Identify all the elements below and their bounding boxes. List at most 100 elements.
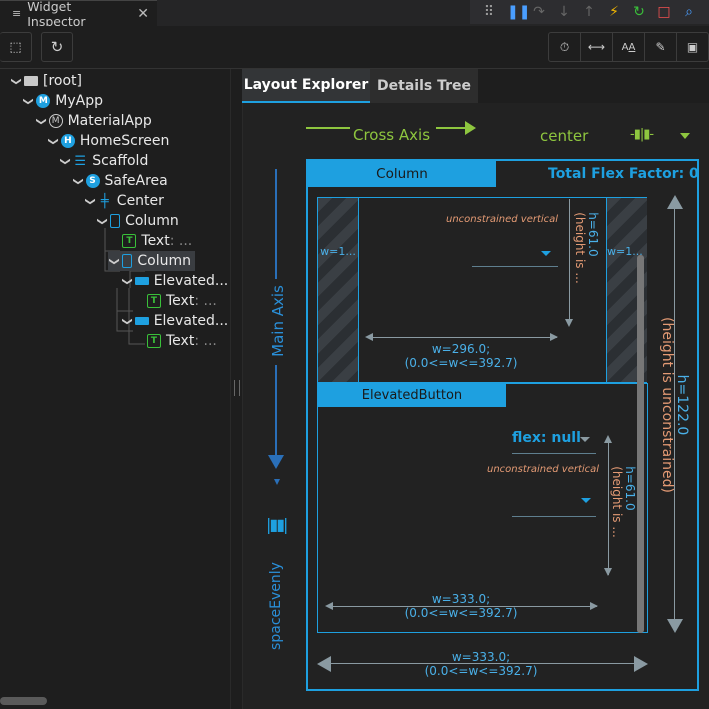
tree-node[interactable]: ❯ ╪ Center [84, 191, 164, 211]
outer-height-arrow-down-icon [667, 619, 683, 633]
hot-reload-icon[interactable]: ⚡ [607, 4, 621, 20]
widget-circle-icon: M [36, 94, 51, 108]
chevron-down-icon[interactable]: ❯ [121, 315, 132, 327]
tree-node[interactable]: ❯ ☰ Scaffold [59, 151, 149, 171]
chevron-down-icon[interactable]: ❯ [109, 255, 120, 267]
tab-details-tree[interactable]: Details Tree [370, 69, 478, 103]
child1-width-arrow-left-icon [365, 333, 373, 341]
tree-node[interactable]: ❯ Column [108, 251, 196, 271]
chevron-down-icon[interactable]: ❯ [23, 95, 34, 107]
cross-axis-value[interactable]: center [540, 127, 588, 145]
tree-node[interactable]: T Text: ... [133, 331, 217, 351]
child1-dropdown-underline [472, 266, 558, 267]
tree-node[interactable]: ❯ H HomeScreen [47, 131, 169, 151]
paint-icon[interactable]: ✎ [645, 33, 677, 61]
total-flex-factor: Total Flex Factor: 0 [548, 166, 699, 182]
main-axis-line-top [275, 169, 277, 279]
widget-circle-icon: S [85, 174, 100, 188]
main-axis-line-bottom [275, 365, 277, 457]
tree-node[interactable]: ❯ M MyApp [22, 91, 103, 111]
folder-icon [24, 76, 38, 86]
space-evenly-icon: |▮▮| [266, 515, 288, 534]
select-widget-button[interactable]: ⬚ [0, 32, 32, 62]
outer-width-arrow-right-icon [634, 656, 648, 672]
refresh-icon: ↻ [50, 38, 64, 56]
right-tabs: Layout Explorer Details Tree [242, 69, 709, 103]
outer-width-range: (0.0<=w<=392.7) [424, 664, 538, 678]
tree-node-label: Column [137, 253, 192, 269]
tree-node[interactable]: ❯ M MaterialApp [35, 111, 152, 131]
chevron-down-icon[interactable]: ❯ [72, 175, 83, 187]
child2-flex-value[interactable]: flex: null [512, 430, 581, 446]
tab-layout-explorer[interactable]: Layout Explorer [242, 69, 370, 103]
main-axis-label: Main Axis [269, 285, 288, 357]
tree-node-label: Column [125, 213, 179, 229]
child2-dropdown-icon[interactable] [581, 498, 591, 503]
stop-icon[interactable]: □ [657, 4, 671, 20]
tree-node[interactable]: T Text: ... [108, 231, 192, 251]
step-over-icon[interactable]: ↷ [532, 4, 546, 20]
chevron-down-icon[interactable]: ❯ [121, 275, 132, 287]
tree-node-label: Scaffold [92, 153, 149, 169]
outer-height-note: (height is unconstrained) [659, 317, 675, 493]
main-axis-value-box[interactable]: spaceEvenly [265, 556, 287, 656]
text-icon: T [147, 294, 161, 308]
inspect-icon[interactable]: ⌕ [682, 4, 696, 20]
text-icon: T [147, 334, 161, 348]
child2-height-label-box: h=61.0 (height is ... [608, 457, 638, 547]
child2-flex-underline [512, 453, 596, 454]
pause-icon[interactable]: ❚❚ [507, 4, 530, 20]
tree-node[interactable]: ❯ [root] [10, 71, 83, 91]
chevron-down-icon[interactable]: ❯ [97, 215, 108, 227]
child2-height-arrow-down-icon [604, 568, 612, 576]
inner-vertical-scrollbar[interactable] [637, 255, 644, 633]
child2-width-value: w=333.0; [431, 592, 491, 606]
child2-height-arrow-up-icon [604, 435, 612, 443]
timer-icon[interactable]: ⏱ [549, 33, 581, 61]
child2-height-note: (height is ... [610, 466, 624, 538]
tree-node-label: Elevated... [153, 273, 229, 289]
tree-node-label: HomeScreen [79, 133, 170, 149]
child1-height-value: h=61.0 [586, 212, 600, 257]
main-axis-dropdown-icon[interactable] [274, 479, 280, 485]
tree-horizontal-scrollbar[interactable] [0, 697, 47, 705]
chevron-down-icon[interactable]: ❯ [11, 75, 22, 87]
tree-node-suffix: : ... [194, 293, 217, 309]
refresh-button[interactable]: ↻ [41, 32, 73, 62]
hot-restart-icon[interactable]: ↻ [632, 4, 646, 20]
child1-width-range: (0.0<=w<=392.7) [404, 356, 518, 370]
chevron-down-icon[interactable]: ❯ [47, 135, 58, 147]
tree-node-suffix: : ... [169, 233, 193, 249]
tree-node[interactable]: ❯ Column [96, 211, 179, 231]
tab-widget-inspector[interactable]: ≡ Widget Inspector ✕ [0, 0, 157, 29]
image-icon[interactable]: ▣ [677, 33, 708, 61]
close-icon[interactable]: ✕ [137, 6, 149, 22]
material-icon: M [48, 114, 63, 128]
tree-node[interactable]: T Text: ... [133, 291, 217, 311]
tree-node-label: Text [166, 333, 195, 349]
child2-flex-dropdown-icon[interactable] [580, 437, 590, 442]
outer-width-value: w=333.0; [451, 650, 511, 664]
tree-node-label: Text [166, 293, 195, 309]
child1-width-box: w=296.0; (0.0<=w<=392.7) [381, 342, 541, 370]
text-size-icon[interactable]: AA [613, 33, 645, 61]
tree-node-label: SafeArea [104, 173, 168, 189]
child2-width-arrow-right-icon [590, 602, 598, 610]
tree-node[interactable]: ❯ S SafeArea [72, 171, 168, 191]
tree-node-label: Text [141, 233, 170, 249]
child1-height-line [569, 199, 570, 321]
baseline-icon[interactable]: ⟷ [581, 33, 613, 61]
drag-handle-icon: ⠿ [483, 4, 495, 20]
child1-dropdown-icon[interactable] [541, 251, 551, 256]
chevron-down-icon[interactable]: ❯ [84, 195, 95, 207]
view-options-group: ⏱ ⟷ AA ✎ ▣ [548, 32, 709, 62]
step-into-icon[interactable]: ↓ [557, 4, 571, 20]
tree-node[interactable]: ❯ Elevated... [121, 311, 228, 331]
step-out-icon[interactable]: ↑ [582, 4, 596, 20]
chevron-down-icon[interactable]: ❯ [60, 155, 71, 167]
tree-node[interactable]: ❯ Elevated... [121, 271, 229, 291]
list-icon: ≡ [12, 7, 22, 20]
chevron-down-icon[interactable]: ❯ [35, 115, 46, 127]
select-widget-icon: ⬚ [9, 39, 22, 55]
cross-axis-dropdown-icon[interactable] [680, 133, 690, 139]
